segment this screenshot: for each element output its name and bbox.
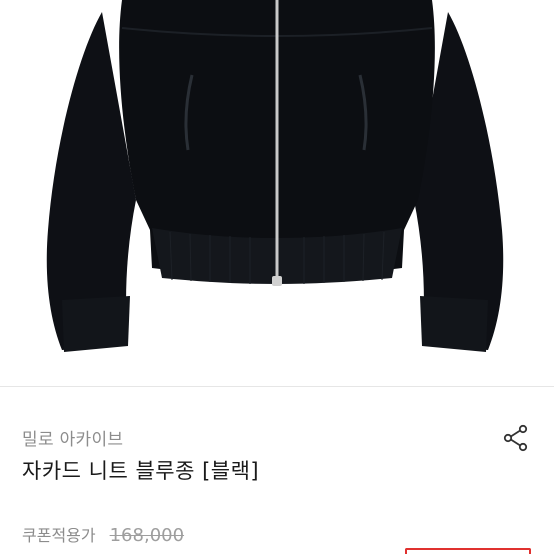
product-title: 자카드 니트 블루종 [블랙] (22, 459, 260, 483)
share-button[interactable] (498, 420, 534, 456)
price-label: 쿠폰적용가 (22, 526, 96, 545)
coupon-button[interactable] (405, 548, 531, 554)
original-price: 168,000 (109, 525, 185, 546)
jacket-photo (46, 0, 504, 352)
product-info: 밀로 아카이브 자카드 니트 블루종 [블랙] 쿠폰적용가 168,000 (0, 387, 554, 554)
product-image[interactable] (0, 0, 554, 386)
price-row: 쿠폰적용가 168,000 (22, 522, 184, 546)
share-icon (503, 424, 528, 452)
brand-name[interactable]: 밀로 아카이브 (22, 425, 123, 450)
